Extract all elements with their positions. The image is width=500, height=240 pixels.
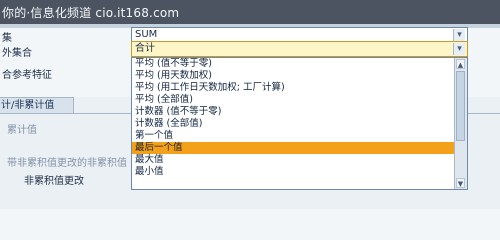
exception-aggregation-select[interactable]: 合计 ▾ bbox=[131, 41, 468, 57]
exception-aggregation-value: 合计 bbox=[135, 43, 155, 54]
noncumulative-changes-label: 带非累积值更改的非累积值 bbox=[7, 158, 127, 169]
dropdown-option[interactable]: 计数器 (全部值) bbox=[132, 118, 467, 130]
dropdown-option[interactable]: 最小值 bbox=[132, 166, 467, 178]
site-watermark: 你的·信息化频道 cio.it168.com bbox=[2, 6, 180, 20]
tab-cumulative-noncumulative[interactable]: 计/非累计值 bbox=[0, 97, 74, 114]
noncumulative-change-label: 非累积值更改 bbox=[24, 176, 84, 187]
aggregation-dropdown-list[interactable]: 平均 (值不等于零) 平均 (用天数加权) 平均 (用工作日天数加权; 工厂计算… bbox=[131, 57, 468, 190]
scroll-up-icon[interactable]: ▲ bbox=[456, 59, 465, 69]
dropdown-option-selected[interactable]: 最后一个值 bbox=[132, 142, 467, 154]
dropdown-arrow-icon[interactable]: ▾ bbox=[453, 29, 465, 41]
scroll-down-icon[interactable]: ▼ bbox=[456, 178, 465, 188]
dropdown-option[interactable]: 平均 (全部值) bbox=[132, 94, 467, 106]
dropdown-option[interactable]: 计数器 (值不等于零) bbox=[132, 106, 467, 118]
dropdown-option[interactable]: 第一个值 bbox=[132, 130, 467, 142]
dropdown-option[interactable]: 最大值 bbox=[132, 154, 467, 166]
dropdown-arrow-icon[interactable]: ▾ bbox=[453, 43, 465, 55]
cumulative-value-label: 累计值 bbox=[7, 125, 37, 136]
dropdown-option[interactable]: 平均 (用天数加权) bbox=[132, 70, 467, 82]
aggregation-label: 集 bbox=[2, 33, 12, 44]
watermark-banner: 你的·信息化频道 cio.it168.com bbox=[0, 0, 500, 24]
dropdown-option[interactable]: 平均 (值不等于零) bbox=[132, 58, 467, 70]
dropdown-scrollbar[interactable]: ▲ ▼ bbox=[454, 58, 467, 189]
exception-aggregation-label: 外集合 bbox=[2, 48, 32, 59]
aggregation-reference-label: 合参考特征 bbox=[2, 70, 52, 81]
scrollbar-thumb[interactable] bbox=[456, 71, 465, 141]
aggregation-value: SUM bbox=[135, 29, 158, 40]
dropdown-option[interactable]: 平均 (用工作日天数加权; 工厂计算) bbox=[132, 82, 467, 94]
